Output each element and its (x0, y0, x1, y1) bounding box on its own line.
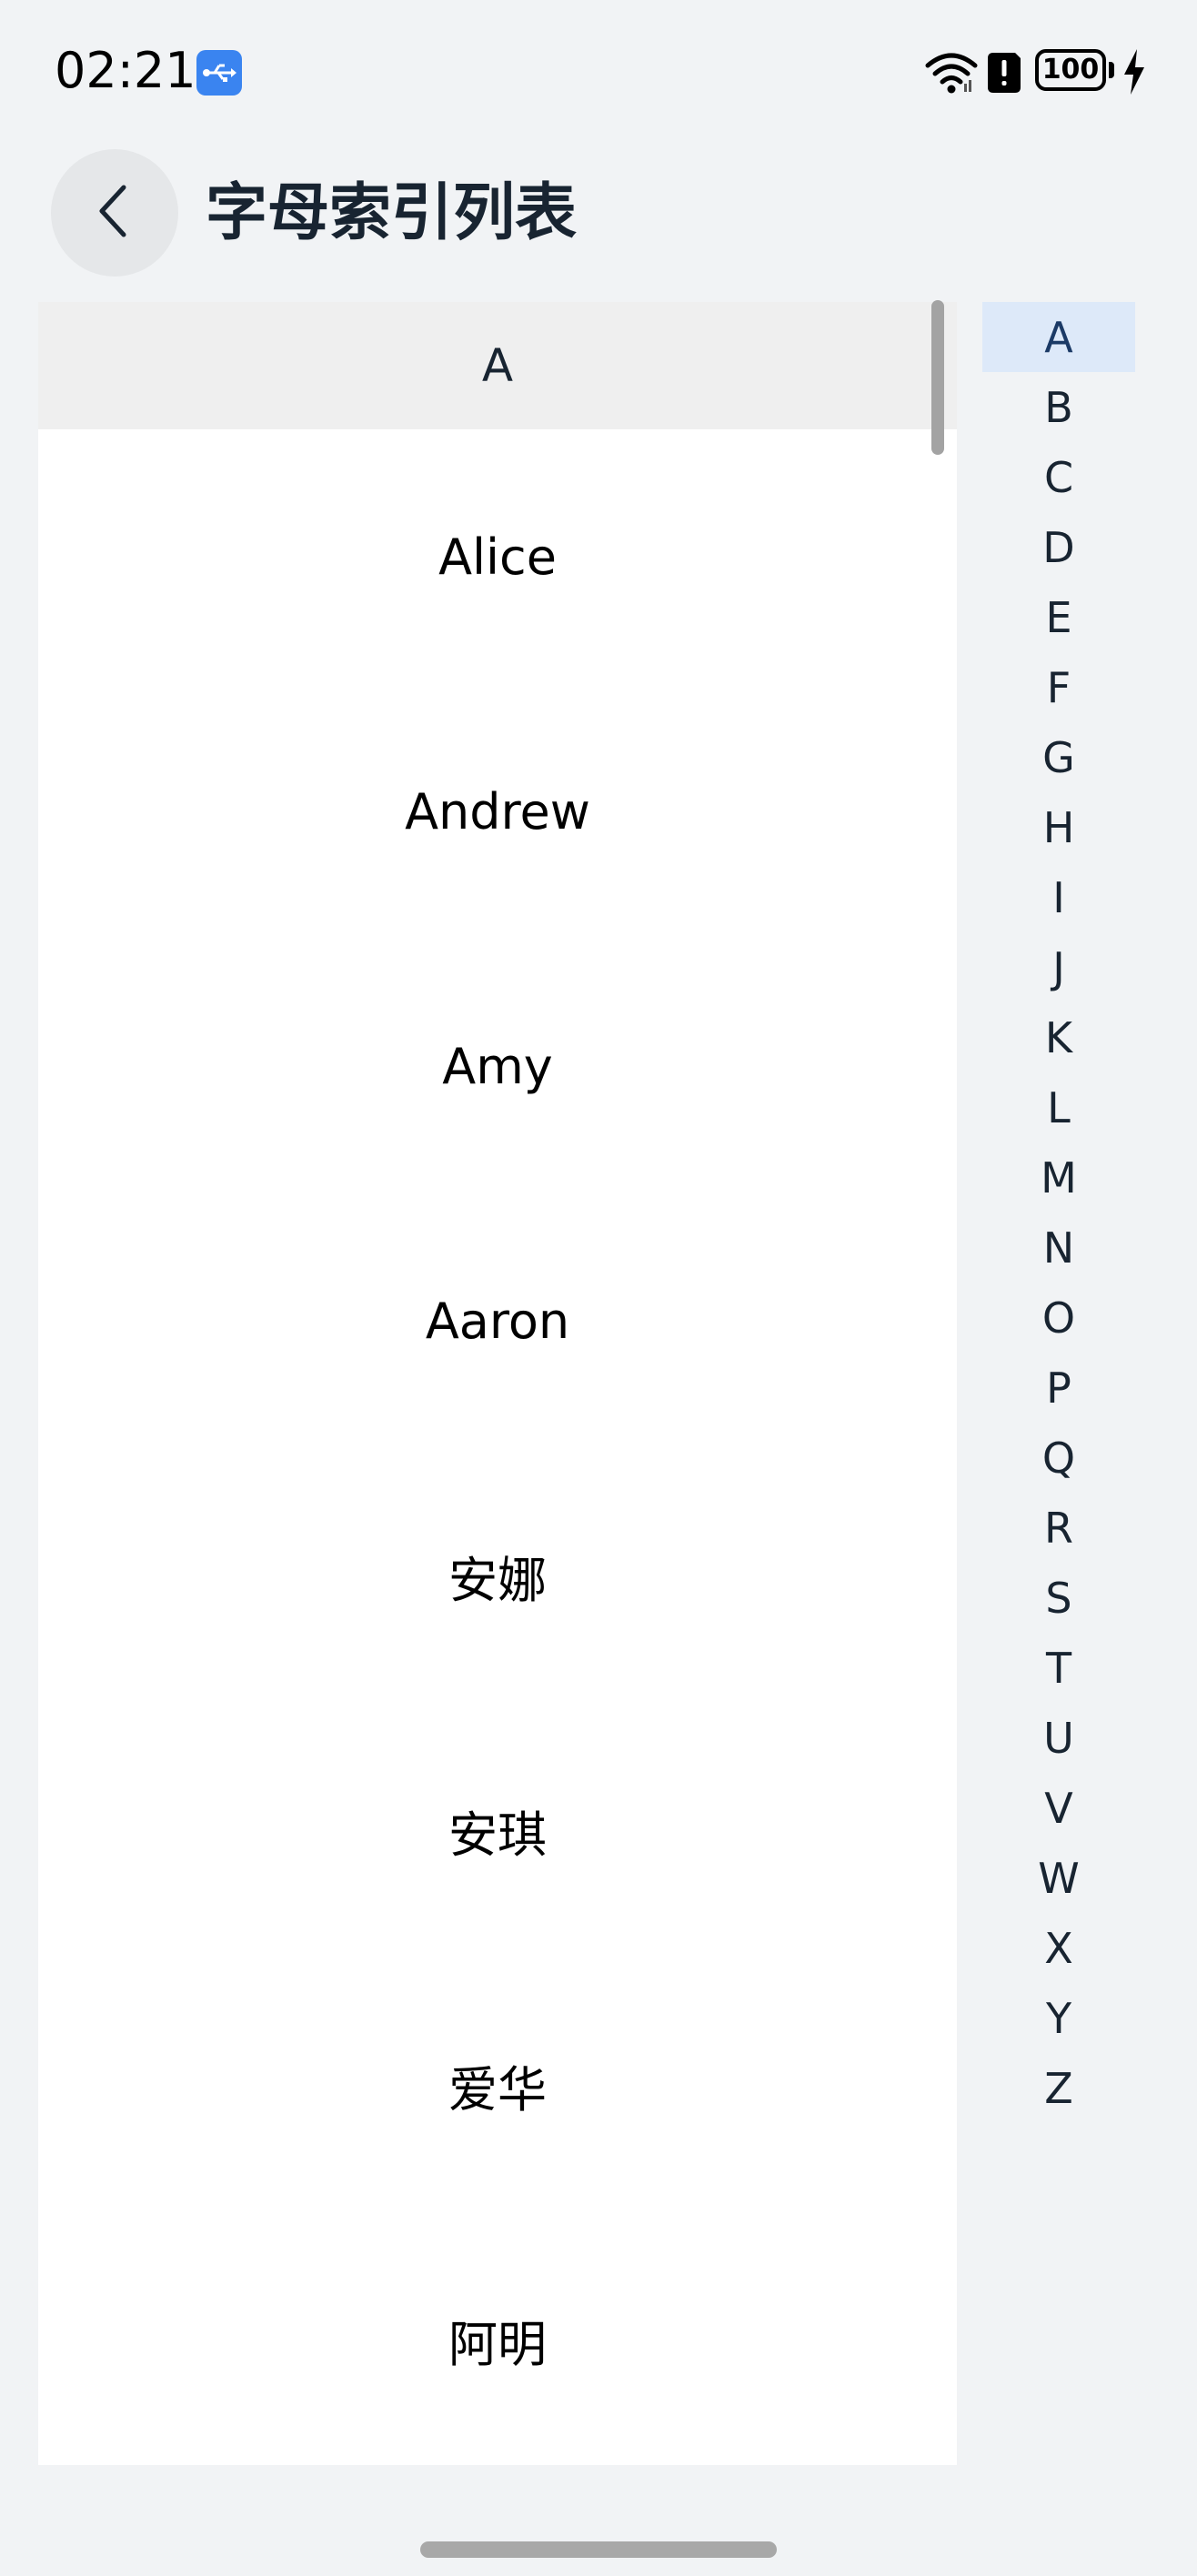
index-letter-s[interactable]: S (982, 1563, 1135, 1633)
index-letter-v[interactable]: V (982, 1773, 1135, 1843)
index-letter-l[interactable]: L (982, 1072, 1135, 1142)
index-letter-p[interactable]: P (982, 1353, 1135, 1423)
index-letter-i[interactable]: I (982, 862, 1135, 932)
index-letter-a[interactable]: A (982, 302, 1135, 372)
alert-icon (988, 53, 1021, 96)
charging-bolt-icon (1122, 49, 1146, 98)
back-button[interactable] (51, 149, 178, 277)
home-indicator[interactable] (420, 2541, 777, 2558)
index-letter-e[interactable]: E (982, 582, 1135, 652)
wifi-icon (924, 49, 979, 98)
index-letter-r[interactable]: R (982, 1493, 1135, 1563)
list-item[interactable]: Amy (38, 939, 957, 1193)
list-item[interactable]: 爱华 (38, 1957, 957, 2212)
alphabet-list[interactable]: A Alice Andrew Amy Aaron 安娜 安琪 爱华 阿明 (38, 302, 957, 2465)
index-letter-n[interactable]: N (982, 1213, 1135, 1283)
index-letter-m[interactable]: M (982, 1142, 1135, 1213)
status-bar: 02:21 100 (0, 0, 1197, 136)
list-scrollbar[interactable] (931, 300, 944, 455)
index-letter-f[interactable]: F (982, 652, 1135, 722)
chevron-left-icon (93, 182, 136, 244)
list-item[interactable]: 安娜 (38, 1448, 957, 1703)
list-item[interactable]: Aaron (38, 1193, 957, 1448)
index-letter-q[interactable]: Q (982, 1423, 1135, 1493)
list-item[interactable]: Andrew (38, 684, 957, 939)
usb-debug-icon (196, 50, 242, 96)
index-letter-z[interactable]: Z (982, 2053, 1135, 2123)
status-time: 02:21 (55, 42, 196, 99)
list-item[interactable]: Alice (38, 429, 957, 684)
battery-cap (1109, 62, 1114, 78)
list-item[interactable]: 阿明 (38, 2212, 957, 2465)
index-letter-c[interactable]: C (982, 442, 1135, 512)
index-letter-d[interactable]: D (982, 512, 1135, 582)
index-letter-k[interactable]: K (982, 1002, 1135, 1072)
index-letter-o[interactable]: O (982, 1283, 1135, 1353)
list-item[interactable]: 安琪 (38, 1703, 957, 1957)
battery-level: 100 (1041, 54, 1100, 86)
index-letter-g[interactable]: G (982, 722, 1135, 792)
battery-indicator: 100 (1035, 49, 1106, 91)
page-title: 字母索引列表 (206, 177, 578, 249)
index-letter-b[interactable]: B (982, 372, 1135, 442)
group-header-a: A (38, 302, 957, 429)
index-letter-y[interactable]: Y (982, 1983, 1135, 2053)
index-letter-w[interactable]: W (982, 1843, 1135, 1913)
alphabet-index-bar[interactable]: A B C D E F G H I J K L M N O P Q R S T … (982, 302, 1135, 2123)
index-letter-t[interactable]: T (982, 1633, 1135, 1703)
index-letter-h[interactable]: H (982, 792, 1135, 862)
index-letter-x[interactable]: X (982, 1913, 1135, 1983)
index-letter-j[interactable]: J (982, 932, 1135, 1002)
index-letter-u[interactable]: U (982, 1703, 1135, 1773)
